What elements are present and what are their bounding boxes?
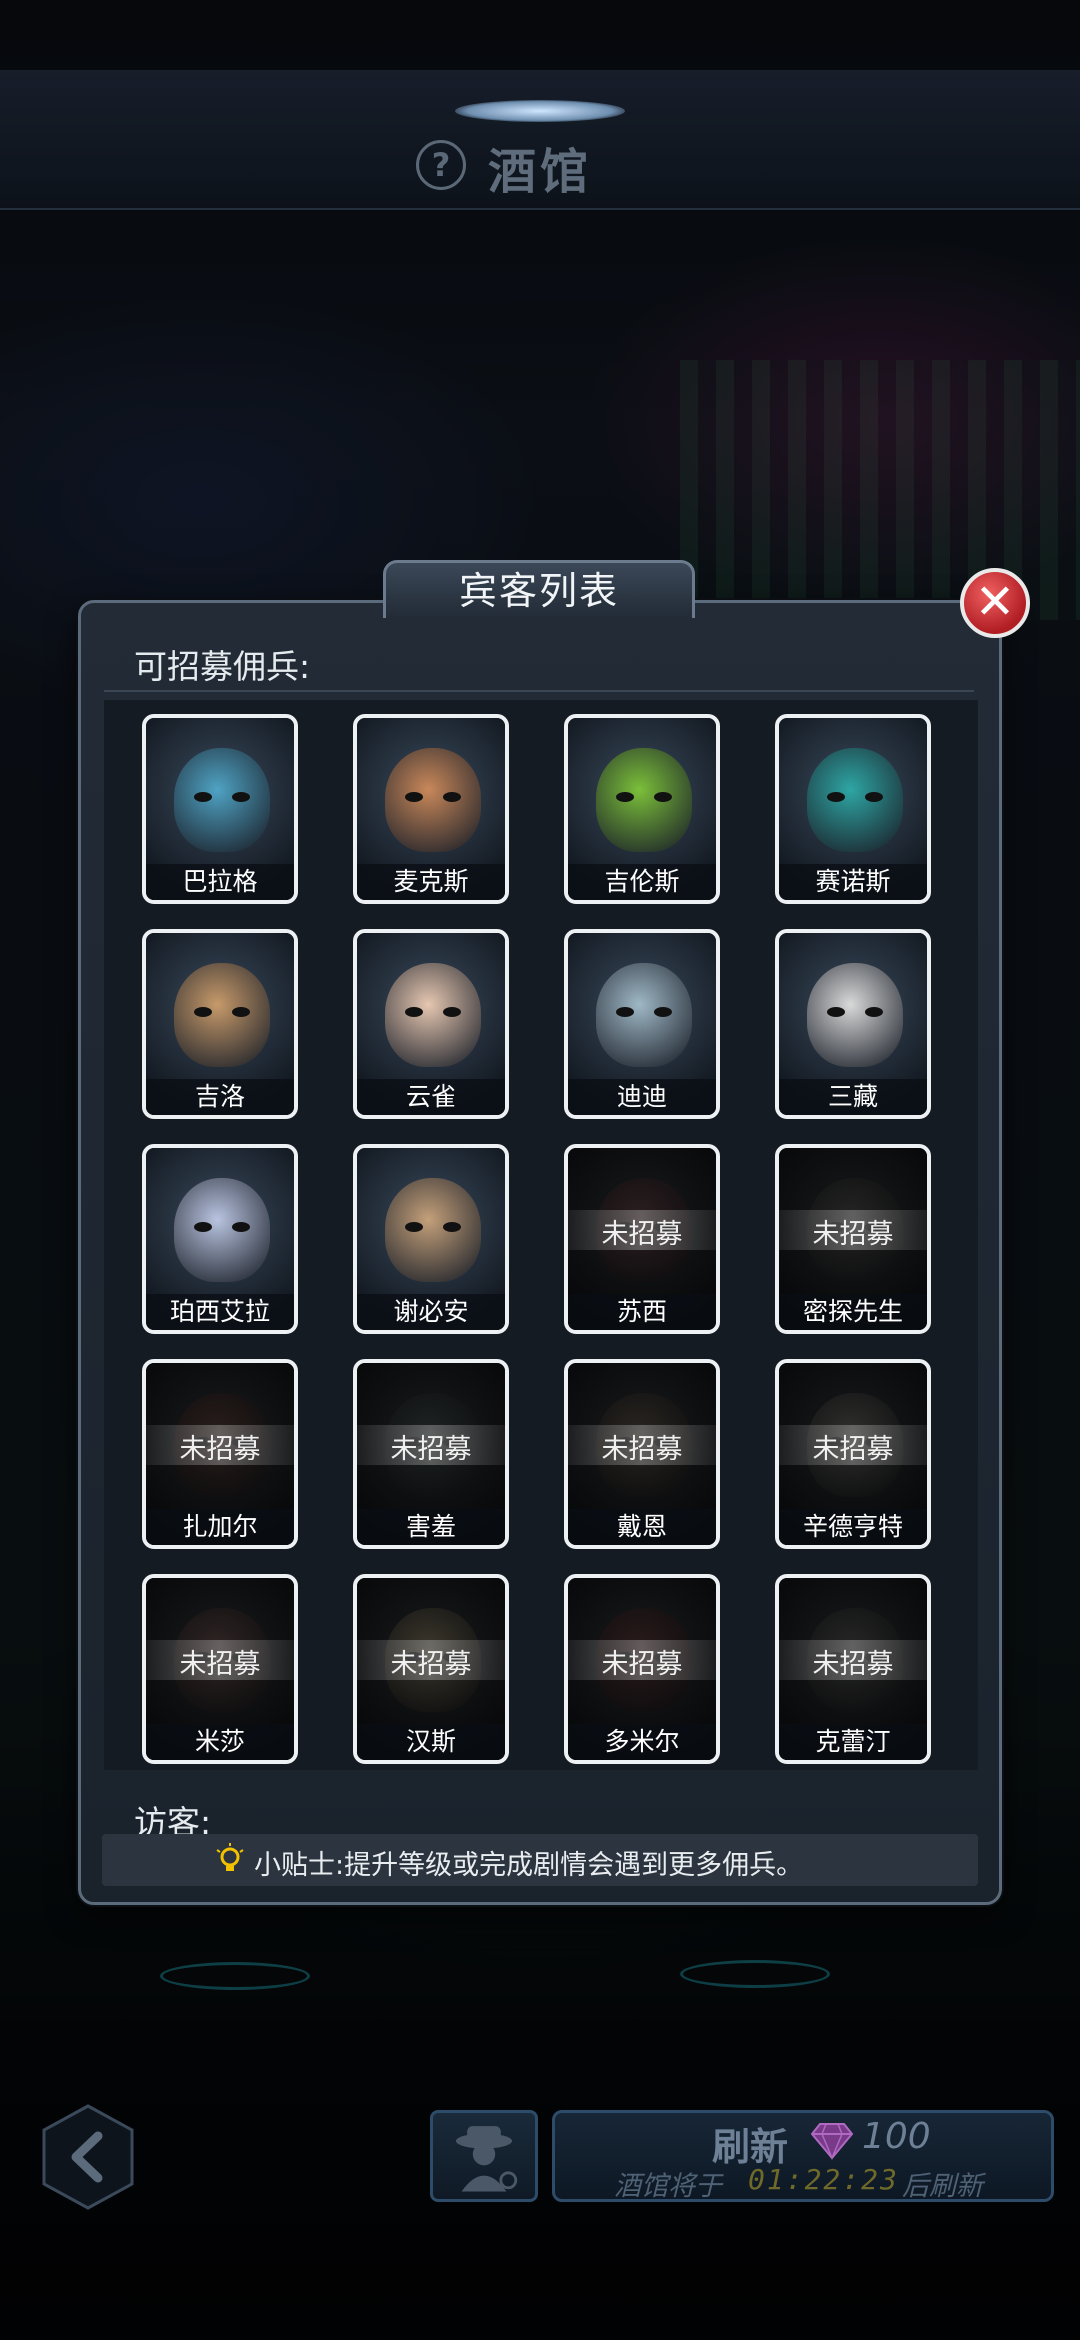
portrait-face — [596, 963, 692, 1067]
mercenary-card[interactable]: 未招募 米莎 — [142, 1574, 298, 1764]
portrait-eye — [405, 792, 423, 802]
mercenary-name: 迪迪 — [616, 1082, 667, 1111]
portrait-face — [174, 1178, 270, 1282]
portrait-eye — [865, 792, 883, 802]
portrait-eye — [232, 792, 250, 802]
not-recruited-label: 未招募 — [812, 1649, 894, 1680]
portrait-eye — [616, 1007, 634, 1017]
portrait-eye — [827, 1007, 845, 1017]
mercenary-card[interactable]: 未招募 多米尔 — [564, 1574, 720, 1764]
portrait-eye — [443, 792, 461, 802]
mercenary-name: 戴恩 — [616, 1512, 667, 1541]
refresh-prefix: 酒馆将于 — [614, 2171, 722, 2202]
portrait-eye — [194, 792, 212, 802]
spy-button[interactable] — [430, 2110, 538, 2202]
mercenary-card[interactable]: 未招募 扎加尔 — [142, 1359, 298, 1549]
refresh-timer: 01:22:23 — [748, 2163, 899, 2196]
mercenary-grid: 巴拉格 麦克斯 吉伦斯 赛诺斯 吉洛 云雀 迪迪 三藏 珀西艾拉 谢必安 未招募 苏西 未招募 密探先生未… — [104, 700, 978, 1770]
mercenary-name: 吉洛 — [194, 1082, 245, 1111]
mercenary-card[interactable]: 未招募 密探先生 — [775, 1144, 931, 1334]
mercenary-card[interactable]: 谢必安 — [353, 1144, 509, 1334]
portrait-eye — [616, 792, 634, 802]
mercenary-card[interactable]: 珀西艾拉 — [142, 1144, 298, 1334]
lightbulb-icon — [216, 1843, 244, 1871]
mercenary-name: 苏西 — [616, 1297, 667, 1326]
mercenary-name: 辛德亨特 — [802, 1512, 903, 1541]
portrait-eye — [827, 792, 845, 802]
mercenary-card[interactable]: 未招募 汉斯 — [353, 1574, 509, 1764]
refresh-cost: 100 — [862, 2116, 931, 2157]
mercenary-card[interactable]: 未招募 克蕾汀 — [775, 1574, 931, 1764]
not-recruited-label: 未招募 — [179, 1434, 261, 1465]
mercenary-name: 三藏 — [827, 1082, 878, 1111]
portrait-eye — [443, 1222, 461, 1232]
portrait-face — [174, 748, 270, 852]
portrait-face — [385, 748, 481, 852]
mercenary-name: 密探先生 — [802, 1297, 903, 1326]
portrait-eye — [654, 1007, 672, 1017]
portrait-eye — [443, 1007, 461, 1017]
page-title: 酒馆 — [488, 144, 593, 200]
mercenary-card[interactable]: 吉洛 — [142, 929, 298, 1119]
refresh-suffix: 后刷新 — [902, 2171, 983, 2202]
portrait-face — [174, 963, 270, 1067]
mercenary-card[interactable]: 吉伦斯 — [564, 714, 720, 904]
portrait-face — [807, 963, 903, 1067]
not-recruited-label: 未招募 — [812, 1219, 894, 1250]
mercenary-name: 克蕾汀 — [815, 1727, 891, 1756]
portrait-eye — [405, 1222, 423, 1232]
portrait-face — [807, 748, 903, 852]
portrait-eye — [405, 1007, 423, 1017]
portrait-eye — [232, 1007, 250, 1017]
portrait-face — [596, 748, 692, 852]
not-recruited-label: 未招募 — [601, 1219, 683, 1250]
portrait-face — [385, 1178, 481, 1282]
recruitable-label: 可招募佣兵: — [134, 647, 311, 686]
mercenary-name: 汉斯 — [405, 1727, 456, 1756]
portrait-face — [385, 963, 481, 1067]
mercenary-name: 珀西艾拉 — [169, 1297, 270, 1326]
divider — [104, 690, 974, 692]
mercenary-card[interactable]: 未招募 戴恩 — [564, 1359, 720, 1549]
mercenary-name: 云雀 — [405, 1082, 456, 1111]
ceiling-light — [455, 100, 625, 122]
tip-text: 小贴士:提升等级或完成剧情会遇到更多佣兵。 — [254, 1850, 804, 1881]
mercenary-card[interactable]: 三藏 — [775, 929, 931, 1119]
back-button[interactable] — [38, 2102, 138, 2212]
not-recruited-label: 未招募 — [601, 1649, 683, 1680]
detective-icon — [455, 2126, 518, 2192]
portrait-eye — [232, 1222, 250, 1232]
mercenary-name: 害羞 — [405, 1512, 456, 1541]
portrait-eye — [194, 1007, 212, 1017]
mercenary-card[interactable]: 未招募 害羞 — [353, 1359, 509, 1549]
mercenary-name: 巴拉格 — [182, 867, 258, 896]
mercenary-card[interactable]: 未招募 辛德亨特 — [775, 1359, 931, 1549]
mercenary-card[interactable]: 未招募 苏西 — [564, 1144, 720, 1334]
mercenary-card[interactable]: 云雀 — [353, 929, 509, 1119]
mercenary-card[interactable]: 迪迪 — [564, 929, 720, 1119]
mercenary-name: 谢必安 — [393, 1297, 469, 1326]
mercenary-name: 多米尔 — [604, 1727, 680, 1756]
not-recruited-label: 未招募 — [179, 1649, 261, 1680]
mercenary-card[interactable]: 麦克斯 — [353, 714, 509, 904]
close-button[interactable]: ✕ — [960, 568, 1030, 638]
not-recruited-label: 未招募 — [390, 1649, 472, 1680]
mercenary-name: 吉伦斯 — [604, 867, 680, 896]
not-recruited-label: 未招募 — [812, 1434, 894, 1465]
mercenary-name: 麦克斯 — [393, 867, 469, 896]
portrait-eye — [865, 1007, 883, 1017]
mercenary-name: 扎加尔 — [182, 1512, 258, 1541]
help-icon[interactable]: ? — [416, 140, 466, 190]
portrait-eye — [654, 792, 672, 802]
mercenary-card[interactable]: 巴拉格 — [142, 714, 298, 904]
mercenary-name: 赛诺斯 — [815, 867, 891, 896]
dialog-title: 宾客列表 — [383, 560, 695, 618]
mercenary-card[interactable]: 赛诺斯 — [775, 714, 931, 904]
mercenary-name: 米莎 — [194, 1727, 245, 1756]
portrait-eye — [194, 1222, 212, 1232]
not-recruited-label: 未招募 — [601, 1434, 683, 1465]
not-recruited-label: 未招募 — [390, 1434, 472, 1465]
gem-icon — [810, 2123, 854, 2160]
